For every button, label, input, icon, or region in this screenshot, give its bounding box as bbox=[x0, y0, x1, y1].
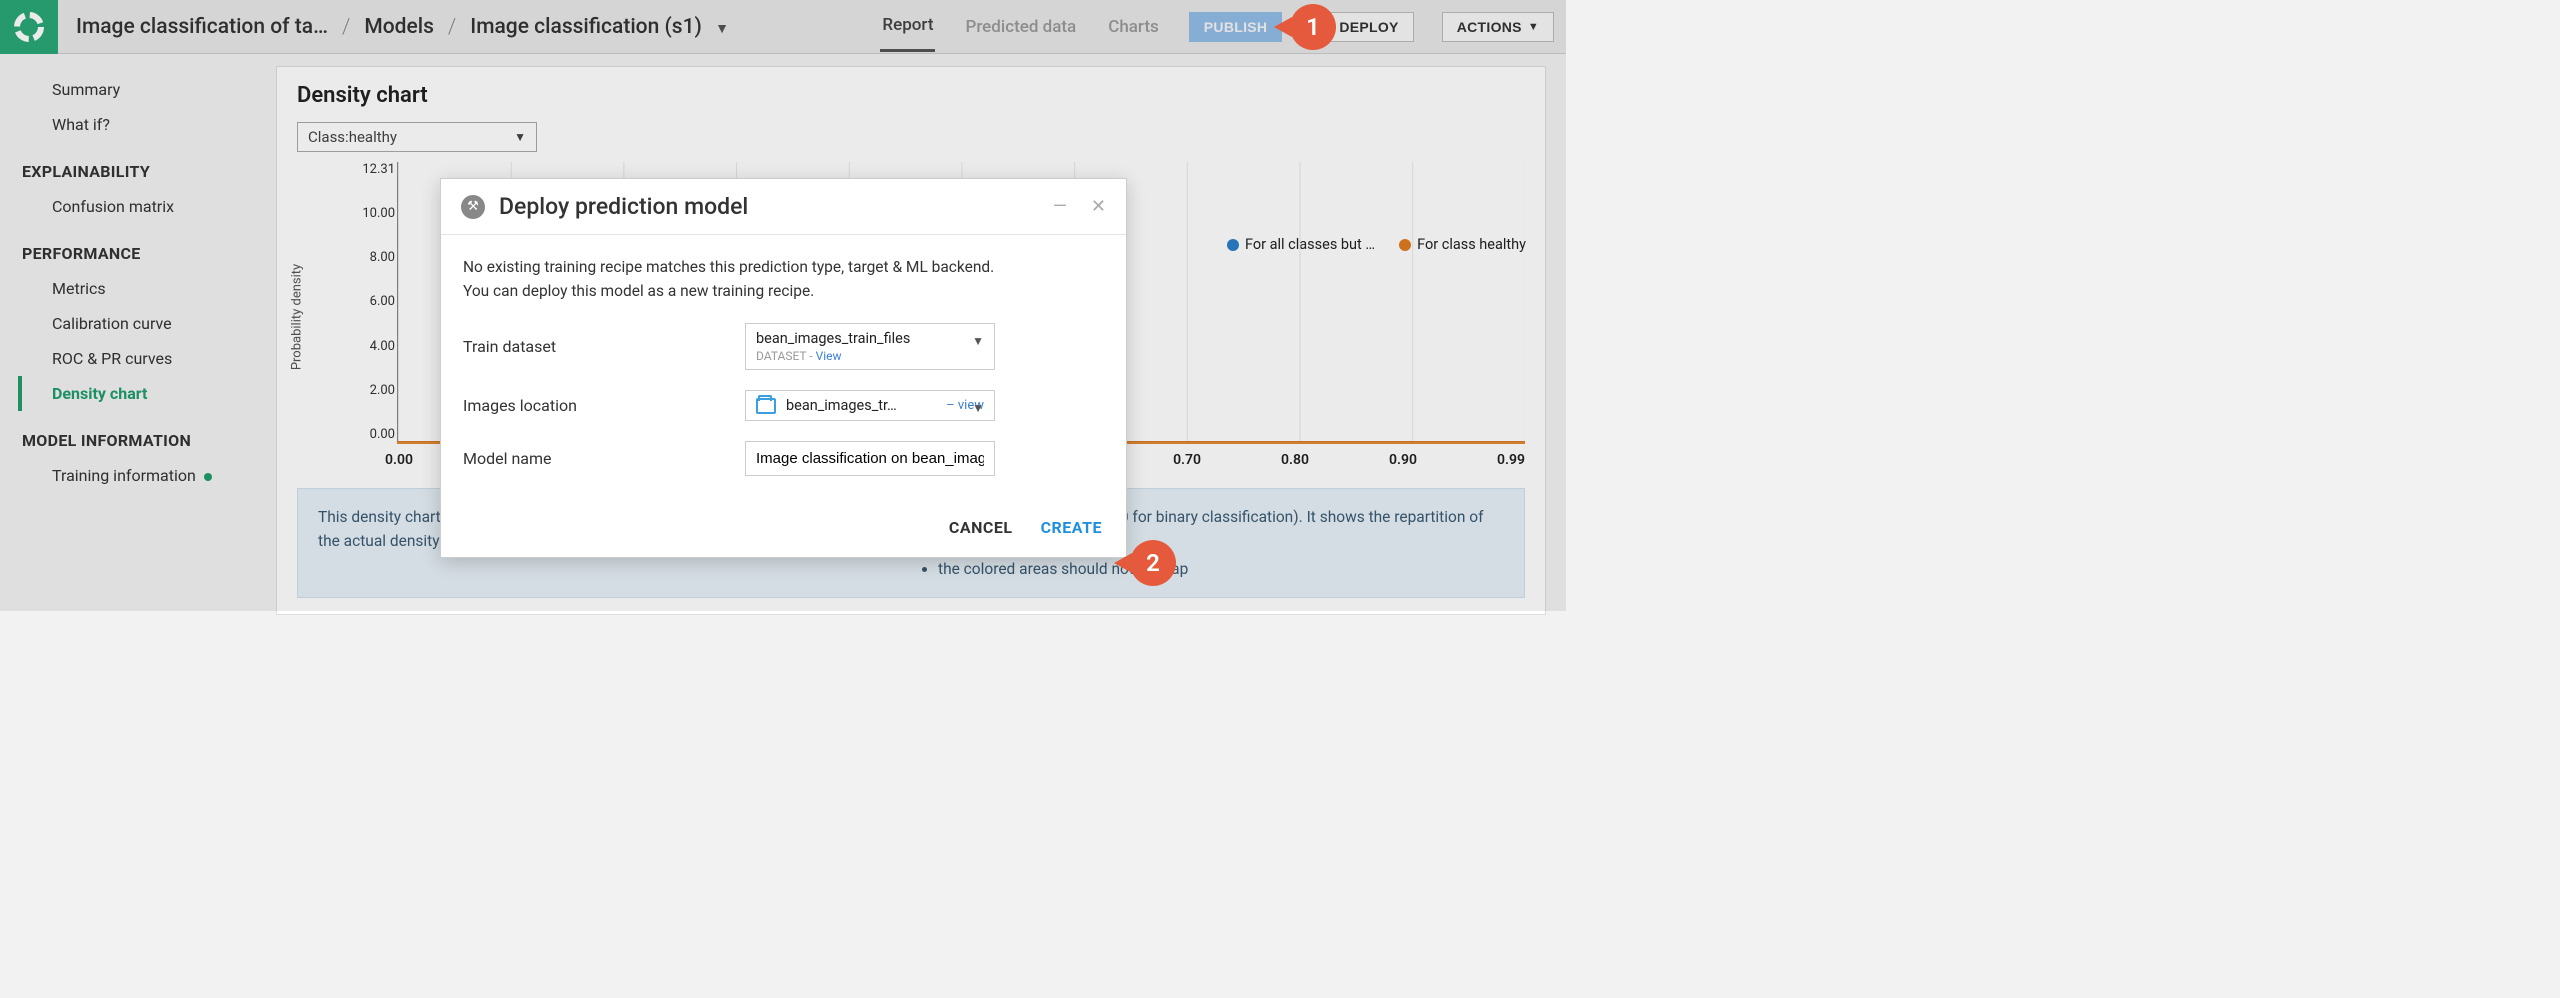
modal-footer: CANCEL CREATE bbox=[441, 504, 1126, 557]
model-name-input[interactable] bbox=[745, 441, 995, 476]
train-dataset-select[interactable]: bean_images_train_files DATASET - View ▼ bbox=[745, 323, 995, 370]
modal-header: ⚒ Deploy prediction model — ✕ bbox=[441, 179, 1126, 235]
annotation-callout-2: 2 bbox=[1130, 540, 1176, 586]
deploy-modal: ⚒ Deploy prediction model — ✕ No existin… bbox=[440, 178, 1127, 558]
train-dataset-sub: DATASET - View bbox=[756, 349, 910, 363]
hammer-icon: ⚒ bbox=[461, 195, 485, 219]
chevron-down-icon: ▼ bbox=[972, 401, 984, 415]
modal-window-controls: — ✕ bbox=[1053, 196, 1106, 217]
row-model-name: Model name bbox=[463, 441, 1104, 476]
modal-message: No existing training recipe matches this… bbox=[463, 255, 1104, 303]
chevron-down-icon: ▼ bbox=[972, 334, 984, 348]
train-dataset-value: bean_images_train_files bbox=[756, 330, 910, 347]
images-location-label: Images location bbox=[463, 396, 745, 415]
modal-body: No existing training recipe matches this… bbox=[441, 235, 1126, 504]
create-button[interactable]: CREATE bbox=[1041, 518, 1102, 537]
annotation-callout-1: 1 bbox=[1290, 4, 1336, 50]
modal-msg-line1: No existing training recipe matches this… bbox=[463, 255, 1104, 279]
model-name-label: Model name bbox=[463, 449, 745, 468]
images-location-select[interactable]: bean_images_tr… – view ▼ bbox=[745, 390, 995, 421]
minimize-icon[interactable]: — bbox=[1053, 196, 1067, 217]
images-location-value: bean_images_tr… bbox=[786, 397, 897, 414]
modal-msg-line2: You can deploy this model as a new train… bbox=[463, 279, 1104, 303]
cancel-button[interactable]: CANCEL bbox=[949, 518, 1013, 537]
train-dataset-label: Train dataset bbox=[463, 337, 745, 356]
close-icon[interactable]: ✕ bbox=[1091, 196, 1106, 217]
dataset-sub-prefix: DATASET - bbox=[756, 349, 816, 363]
dataset-view-link[interactable]: View bbox=[816, 349, 842, 363]
row-images-location: Images location bean_images_tr… – view ▼ bbox=[463, 390, 1104, 421]
row-train-dataset: Train dataset bean_images_train_files DA… bbox=[463, 323, 1104, 370]
modal-title: Deploy prediction model bbox=[499, 193, 748, 220]
folder-icon bbox=[756, 398, 776, 414]
